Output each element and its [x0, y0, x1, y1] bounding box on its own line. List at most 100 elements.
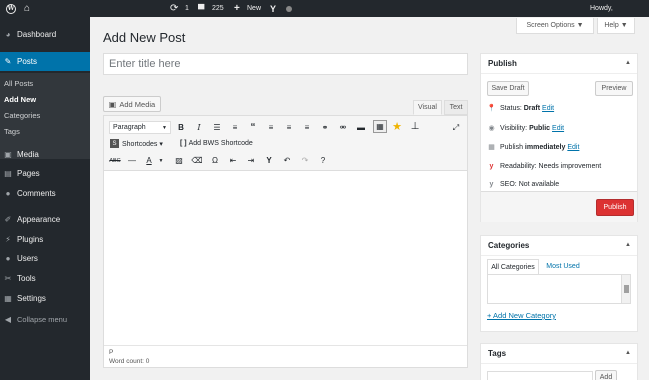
comments-icon[interactable]: ▀ [198, 0, 204, 17]
align-center-icon[interactable]: ≡ [284, 121, 294, 134]
toolbar-toggle-icon[interactable]: ▦ [373, 120, 387, 133]
add-new-category-link[interactable]: + Add New Category [487, 311, 556, 320]
unlink-icon[interactable]: ⚮ [338, 121, 348, 134]
redo-icon[interactable]: ↷ [300, 154, 310, 167]
sidebar-item-plugins[interactable]: ⚡ Plugins [0, 231, 90, 248]
sidebar-item-media[interactable]: ▣ Media [0, 146, 90, 163]
italic-icon[interactable]: I [194, 121, 204, 134]
blockquote-icon[interactable]: “ [248, 121, 258, 134]
categories-box-title[interactable]: Categories ▲ [481, 236, 637, 256]
paste-text-icon[interactable]: ▨ [174, 154, 184, 167]
fullscreen-icon[interactable]: ⤢ [451, 121, 461, 134]
sidebar-item-posts[interactable]: ✎ Posts [0, 52, 90, 71]
scrollbar-thumb[interactable] [624, 285, 629, 293]
shortcodes-dropdown[interactable]: S Shortcodes ▾ [110, 137, 180, 150]
wordpress-logo-icon[interactable]: W [6, 0, 16, 17]
save-draft-button[interactable]: Save Draft [487, 81, 529, 96]
user-icon: ● [5, 254, 11, 263]
bold-icon[interactable]: B [176, 121, 186, 134]
align-left-icon[interactable]: ≡ [266, 121, 276, 134]
publish-box-title[interactable]: Publish ▲ [481, 54, 637, 74]
tags-box-title[interactable]: Tags ▲ [481, 344, 637, 364]
editor-content-area[interactable] [104, 172, 467, 344]
help-icon[interactable]: ? [318, 154, 328, 167]
calendar-icon: ▦ [488, 144, 495, 151]
clear-formatting-icon[interactable]: ⌫ [191, 154, 202, 167]
sidebar-item-comments[interactable]: ● Comments [0, 185, 90, 202]
tab-most-used[interactable]: Most Used [542, 259, 584, 274]
category-checklist[interactable] [487, 274, 631, 304]
sidebar-item-label: Appearance [17, 215, 61, 224]
tab-all-categories[interactable]: All Categories [487, 259, 539, 274]
star-icon[interactable]: ★ [391, 120, 403, 133]
categories-heading: Categories [488, 241, 530, 250]
submenu-add-new[interactable]: Add New [4, 95, 36, 104]
tab-visual[interactable]: Visual [413, 100, 442, 115]
shortcode-icon: S [110, 139, 119, 148]
horizontal-line-icon[interactable]: — [127, 154, 137, 167]
bullet-list-icon[interactable]: ☰ [212, 121, 222, 134]
submenu-tags[interactable]: Tags [4, 127, 20, 136]
yoast-icon[interactable]: Y [264, 154, 274, 167]
format-select[interactable]: Paragraph ▼ [109, 121, 171, 134]
add-tag-button[interactable]: Add [595, 370, 617, 380]
sidebar-item-appearance[interactable]: ✐ Appearance [0, 211, 90, 228]
edit-visibility-link[interactable]: Edit [552, 125, 564, 132]
sidebar-item-settings[interactable]: ▦ Settings [0, 290, 90, 307]
categories-box: Categories ▲ All Categories Most Used + … [480, 235, 638, 332]
submenu-all-posts[interactable]: All Posts [4, 79, 33, 88]
new-tag-input[interactable] [487, 371, 593, 380]
yoast-icon[interactable]: Y [270, 0, 276, 17]
post-editor: Paragraph ▼ B I ☰ ≡ “ ≡ ≡ ≡ ⚭ ⚮ ▬ ▦ ★ ⊥ … [103, 115, 468, 368]
sidebar-item-pages[interactable]: ▤ Pages [0, 165, 90, 182]
sidebar-item-dashboard[interactable]: ◕ Dashboard [0, 26, 90, 43]
stamp-icon[interactable]: ⊥ [409, 120, 421, 133]
add-media-button[interactable]: ▣ Add Media [103, 96, 161, 112]
element-path[interactable]: P [109, 349, 113, 356]
sidebar-item-users[interactable]: ● Users [0, 250, 90, 267]
caret-up-icon[interactable]: ▲ [625, 350, 631, 356]
updates-icon[interactable]: ⟳ [170, 0, 178, 17]
sidebar-item-tools[interactable]: ✂ Tools [0, 270, 90, 287]
align-right-icon[interactable]: ≡ [302, 121, 312, 134]
edit-schedule-link[interactable]: Edit [567, 144, 579, 151]
link-icon[interactable]: ⚭ [320, 121, 330, 134]
screen-options-button[interactable]: Screen Options ▼ [516, 18, 594, 34]
post-title-input[interactable]: Enter title here [103, 53, 468, 75]
indent-icon[interactable]: ⇥ [246, 154, 256, 167]
text-color-icon[interactable]: A [144, 154, 154, 167]
plugin-icon: ⚡ [5, 235, 11, 244]
collapse-menu-button[interactable]: ◀ Collapse menu [0, 311, 90, 328]
caret-up-icon[interactable]: ▲ [625, 60, 631, 66]
status-dot-icon [286, 0, 292, 17]
yoast-readability-icon: y [489, 162, 494, 170]
edit-status-link[interactable]: Edit [542, 105, 554, 112]
undo-icon[interactable]: ↶ [282, 154, 292, 167]
add-bws-shortcode-button[interactable]: [ ] Add BWS Shortcode [180, 137, 266, 150]
outdent-icon[interactable]: ⇤ [228, 154, 238, 167]
special-character-icon[interactable]: Ω [210, 154, 220, 167]
home-icon[interactable]: ⌂ [24, 0, 30, 17]
help-button[interactable]: Help ▼ [597, 18, 635, 34]
comments-count[interactable]: 225 [212, 0, 224, 17]
category-scrollbar[interactable] [621, 275, 630, 303]
preview-button[interactable]: Preview [595, 81, 633, 96]
new-link[interactable]: New [247, 0, 261, 17]
updates-count[interactable]: 1 [185, 0, 189, 17]
visibility-value: Public [529, 124, 551, 132]
sidebar-item-label: Posts [17, 57, 38, 66]
brush-icon: ✐ [4, 215, 12, 224]
submenu-categories[interactable]: Categories [4, 111, 40, 120]
read-more-icon[interactable]: ▬ [356, 121, 366, 134]
numbered-list-icon[interactable]: ≡ [230, 121, 240, 134]
sidebar-item-label: Settings [17, 294, 46, 303]
howdy-text[interactable]: Howdy, [590, 0, 613, 17]
strikethrough-icon[interactable]: ABC [109, 154, 121, 167]
chevron-down-icon[interactable]: ▼ [158, 154, 164, 167]
sidebar-item-label: Users [17, 254, 38, 263]
publish-label: Publish [500, 143, 523, 151]
tab-text[interactable]: Text [444, 100, 468, 115]
caret-up-icon[interactable]: ▲ [625, 242, 631, 248]
plus-icon[interactable]: + [234, 0, 240, 17]
publish-button[interactable]: Publish [596, 199, 634, 216]
